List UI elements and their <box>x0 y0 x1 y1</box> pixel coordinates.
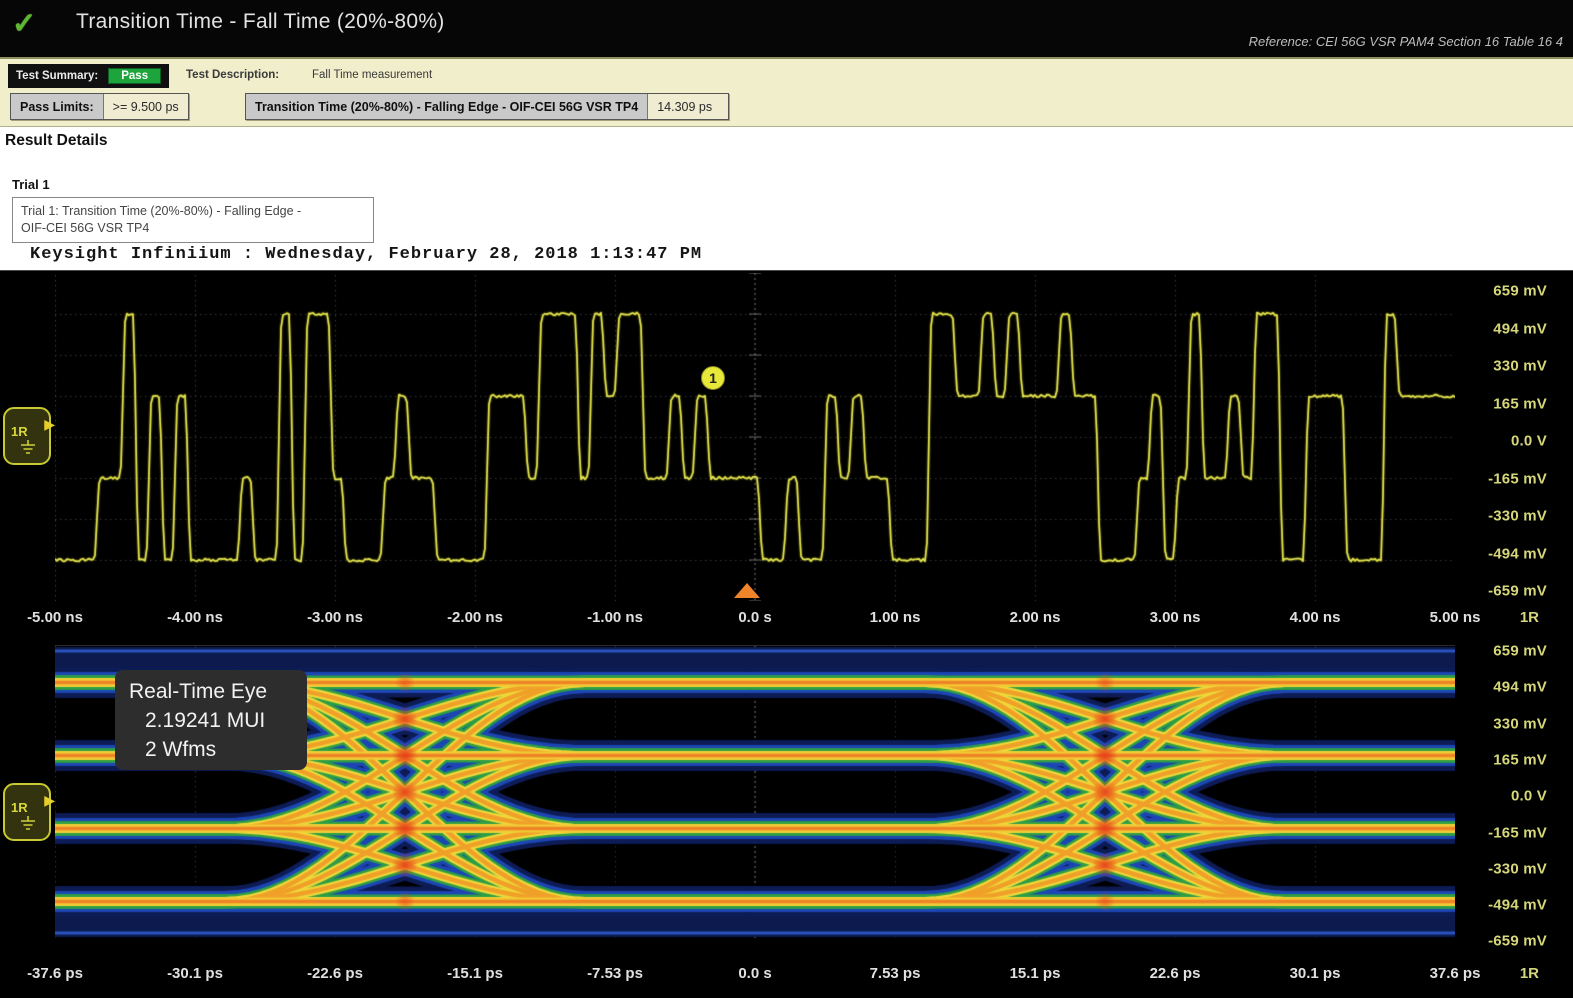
result-details-heading: Result Details <box>5 132 108 150</box>
waveform-channel-label: 1R <box>1520 609 1539 626</box>
waveform-x-label: 0.0 s <box>738 609 771 626</box>
pass-check-icon: ✓ <box>12 6 36 41</box>
eye-x-label: 30.1 ps <box>1290 965 1341 982</box>
trial-box-line1: Trial 1: Transition Time (20%-80%) - Fal… <box>21 203 365 220</box>
test-summary-box: Test Summary: Pass <box>8 64 169 88</box>
eye-x-label: 0.0 s <box>738 965 771 982</box>
waveform-x-label: -4.00 ns <box>167 609 223 626</box>
page-title: Transition Time - Fall Time (20%-80%) <box>76 10 445 34</box>
waveform-x-label: 4.00 ns <box>1290 609 1341 626</box>
test-summary-label: Test Summary: <box>16 70 98 82</box>
waveform-x-label: -3.00 ns <box>307 609 363 626</box>
pass-limits-label: Pass Limits: <box>11 94 104 119</box>
waveform-x-label: 2.00 ns <box>1010 609 1061 626</box>
pass-limits-box: Pass Limits: >= 9.500 ps <box>10 93 189 120</box>
summary-band: Test Summary: Pass Test Description: Fal… <box>0 57 1573 127</box>
waveform-x-label: -5.00 ns <box>27 609 83 626</box>
waveform-x-label: 1.00 ns <box>870 609 921 626</box>
waveform-x-label: 5.00 ns <box>1430 609 1481 626</box>
eye-x-label: 7.53 ps <box>870 965 921 982</box>
eye-chart: 1R ▶ Real-Time Eye 2.19241 MUI 2 Wfms 65… <box>0 632 1573 998</box>
eye-x-label: -37.6 ps <box>27 965 83 982</box>
measurement-box: Transition Time (20%-80%) - Falling Edge… <box>245 93 729 120</box>
waveform-x-label: 3.00 ns <box>1150 609 1201 626</box>
test-description-label: Test Description: <box>186 69 279 81</box>
waveform-chart: 1R ▶ 1 659 mV494 mV330 mV165 mV0.0 V-165… <box>0 270 1573 632</box>
eye-x-label: -22.6 ps <box>307 965 363 982</box>
scope-caption: Keysight Infiniium : Wednesday, February… <box>30 245 702 264</box>
test-description-value: Fall Time measurement <box>312 69 432 81</box>
eye-tooltip: Real-Time Eye 2.19241 MUI 2 Wfms <box>115 670 307 770</box>
eye-x-label: 37.6 ps <box>1430 965 1481 982</box>
pass-limits-value: >= 9.500 ps <box>104 94 188 119</box>
eye-x-label: 22.6 ps <box>1150 965 1201 982</box>
reference-text: Reference: CEI 56G VSR PAM4 Section 16 T… <box>1249 34 1563 49</box>
eye-x-label: -30.1 ps <box>167 965 223 982</box>
title-bar: ✓ Transition Time - Fall Time (20%-80%) … <box>0 0 1573 57</box>
eye-tooltip-mui: 2.19241 MUI <box>129 706 307 735</box>
measurement-label: Transition Time (20%-80%) - Falling Edge… <box>246 94 648 119</box>
eye-x-label: -7.53 ps <box>587 965 643 982</box>
trial-box-line2: OIF-CEI 56G VSR TP4 <box>21 220 365 237</box>
waveform-x-label: -2.00 ns <box>447 609 503 626</box>
waveform-x-label: -1.00 ns <box>587 609 643 626</box>
eye-channel-label: 1R <box>1520 965 1539 982</box>
pass-badge: Pass <box>108 68 161 84</box>
trial-label: Trial 1 <box>12 177 50 192</box>
waveform-x-axis: -5.00 ns -4.00 ns -3.00 ns -2.00 ns -1.00 ns… <box>0 271 1573 632</box>
measurement-value: 14.309 ps <box>648 94 728 119</box>
eye-tooltip-wfms: 2 Wfms <box>129 735 307 764</box>
trial-box: Trial 1: Transition Time (20%-80%) - Fal… <box>12 197 374 243</box>
report-page: ✓ Transition Time - Fall Time (20%-80%) … <box>0 0 1573 998</box>
eye-x-label: 15.1 ps <box>1010 965 1061 982</box>
eye-x-label: -15.1 ps <box>447 965 503 982</box>
eye-tooltip-title: Real-Time Eye <box>129 677 307 706</box>
